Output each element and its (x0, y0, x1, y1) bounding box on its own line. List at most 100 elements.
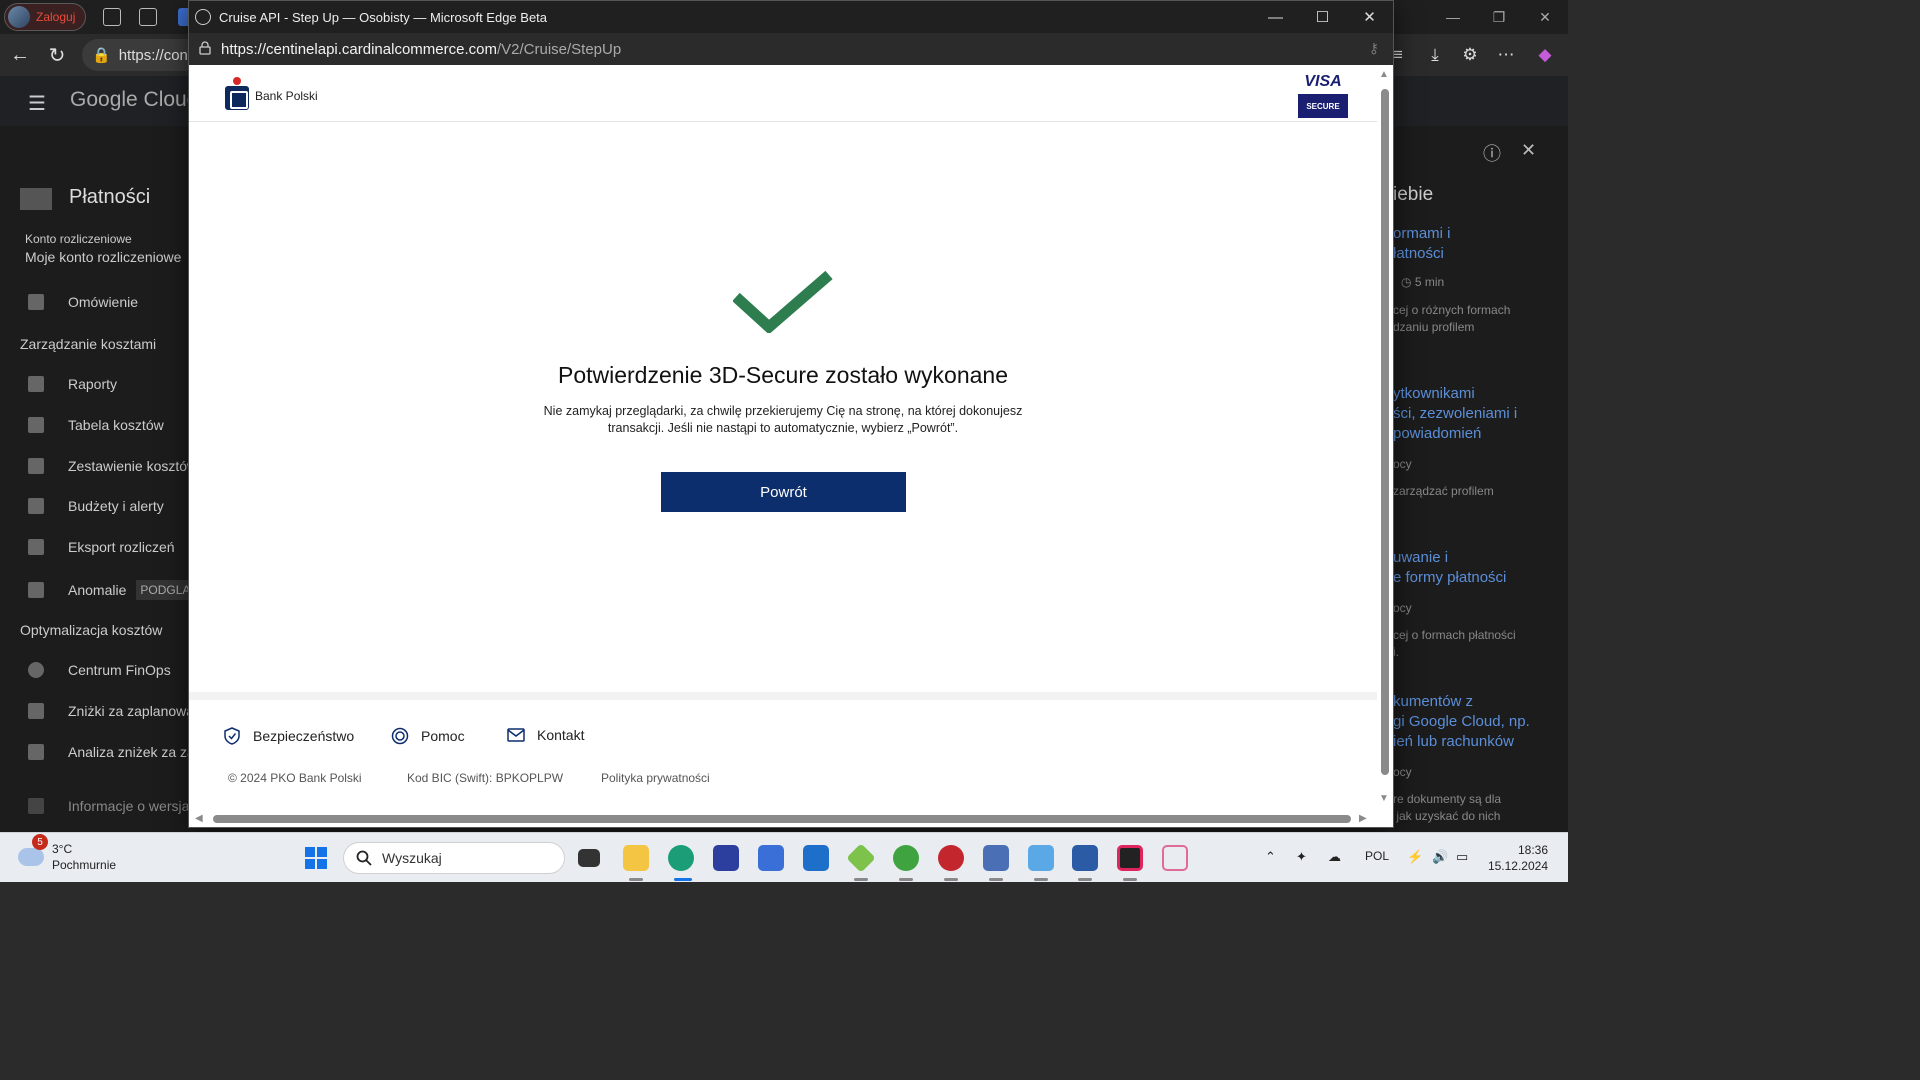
battery-icon[interactable]: ▭ (1456, 849, 1468, 865)
close-panel-icon[interactable]: ✕ (1521, 140, 1536, 166)
footer-security-link[interactable]: Bezpieczeństwo (223, 727, 354, 745)
profile-button[interactable]: Zaloguj (4, 3, 86, 31)
weather-widget[interactable]: 5 3°C Pochmurnie (18, 834, 116, 873)
active-indicator (629, 878, 643, 881)
help-meta-4: ocy (1393, 765, 1412, 779)
start-button[interactable] (305, 847, 327, 869)
sidebar-item-budgets[interactable]: Budżety i alerty (28, 498, 164, 514)
sidebar-item-finops[interactable]: Centrum FinOps (28, 662, 171, 678)
vertical-scroll-thumb[interactable] (1381, 89, 1389, 775)
billing-icon (20, 188, 52, 210)
active-indicator (944, 878, 958, 881)
downloads-icon[interactable]: ⤓ (1423, 43, 1447, 67)
popup-page: Bank Polski VISA SECURE Potwierdzenie 3D… (189, 65, 1377, 813)
page-title: Płatności (69, 186, 151, 208)
save-icon[interactable] (713, 845, 739, 871)
tab-actions-icon[interactable] (139, 8, 157, 26)
shield-icon (224, 727, 240, 745)
cloud-icon: 5 (18, 834, 48, 866)
onedrive-icon[interactable]: ☁ (1328, 849, 1341, 865)
outlook-icon[interactable] (803, 845, 829, 871)
popup-titlebar: Cruise API - Step Up — Osobisty — Micros… (189, 1, 1393, 33)
volume-icon[interactable]: 🔊 (1432, 849, 1448, 865)
popup-address-bar[interactable]: https://centinelapi.cardinalcommerce.com… (189, 33, 1393, 65)
edge-beta-icon[interactable] (668, 845, 694, 871)
clock[interactable]: 18:36 15.12.2024 (1488, 842, 1548, 874)
notes-icon (28, 798, 44, 814)
popup-window-controls: — ☐ ✕ (1252, 1, 1393, 33)
scroll-left-icon[interactable]: ◀ (195, 813, 203, 824)
close-icon[interactable]: ✕ (1346, 1, 1393, 33)
back-button[interactable]: Powrót (661, 472, 906, 512)
back-arrow-icon[interactable]: ← (8, 43, 32, 67)
more-menu-icon[interactable]: ⋯ (1494, 43, 1518, 67)
store-icon[interactable] (758, 845, 784, 871)
help-link-4[interactable]: kumentów z gi Google Cloud, np. ień lub … (1393, 692, 1530, 752)
help-text-3: cej o formach płatności i. (1393, 628, 1516, 659)
footer-privacy-link[interactable]: Polityka prywatności (601, 771, 710, 785)
sidebar-item-cost-breakdown[interactable]: Zestawienie kosztów (28, 458, 197, 474)
minimize-icon[interactable]: — (1430, 0, 1476, 34)
scroll-down-icon[interactable]: ▼ (1379, 793, 1389, 804)
maximize-icon[interactable]: ☐ (1299, 1, 1346, 33)
snipping-icon[interactable] (1162, 845, 1188, 871)
help-link-1[interactable]: ormami i łatności (1393, 224, 1451, 264)
dashboard-icon (28, 294, 44, 310)
address-bar[interactable]: 🔒 https://cons (82, 39, 202, 71)
footer-bic: Kod BIC (Swift): BPKOPLPW (407, 771, 564, 785)
file-explorer-icon[interactable] (623, 845, 649, 871)
sidebar-item-overview[interactable]: Omówienie (28, 294, 138, 310)
hamburger-menu-icon[interactable]: ☰ (28, 91, 46, 116)
popup-window: Cruise API - Step Up — Osobisty — Micros… (188, 0, 1394, 828)
restore-icon[interactable]: ❐ (1476, 0, 1522, 34)
scroll-up-icon[interactable]: ▲ (1379, 69, 1389, 80)
confirmation-description: Nie zamykaj przeglądarki, za chwilę prze… (543, 404, 1023, 435)
key-icon[interactable]: ⚷ (1369, 40, 1379, 57)
rdp-icon[interactable] (1028, 845, 1054, 871)
sidebar-item-release-notes[interactable]: Informacje o wersjach (28, 798, 204, 814)
info-icon[interactable]: ⓘ (1483, 140, 1501, 166)
workspaces-icon[interactable] (103, 8, 121, 26)
dropbox-icon[interactable]: ✦ (1296, 849, 1307, 865)
sidebar-item-export[interactable]: Eksport rozliczeń (28, 539, 175, 555)
vertical-scrollbar[interactable]: ▲ ▼ (1377, 65, 1393, 813)
sidebar-item-reports[interactable]: Raporty (28, 376, 117, 392)
language-indicator[interactable]: POL (1365, 849, 1389, 863)
help-text-2: zarządzać profilem (1393, 484, 1494, 498)
active-indicator (1034, 878, 1048, 881)
help-text-1: cej o różnych formach dzaniu profilem (1393, 303, 1511, 334)
virtualbox-icon[interactable] (1072, 845, 1098, 871)
network-app-icon[interactable] (983, 845, 1009, 871)
task-view-icon[interactable] (578, 849, 600, 867)
refresh-icon[interactable]: ↻ (45, 43, 69, 67)
account-label: Konto rozliczeniowe (25, 232, 132, 246)
footer-help-link[interactable]: Pomoc (391, 727, 465, 745)
account-name[interactable]: Moje konto rozliczeniowe (25, 249, 181, 265)
horizontal-scroll-thumb[interactable] (213, 815, 1351, 823)
sidebar-item-cost-table[interactable]: Tabela kosztów (28, 417, 164, 433)
help-link-3[interactable]: uwanie i e formy płatności (1393, 548, 1506, 588)
footer-contact-link[interactable]: Kontakt (507, 727, 584, 743)
confirmation-title: Potwierdzenie 3D-Secure zostało wykonane (557, 362, 1009, 388)
bar-chart-icon (28, 376, 44, 392)
red-app-icon[interactable] (938, 845, 964, 871)
active-indicator (674, 878, 692, 881)
sidebar-item-anomalies[interactable]: Anomalie PODGLĄD (28, 580, 204, 600)
analysis-icon (28, 744, 44, 760)
minimize-icon[interactable]: — (1252, 1, 1299, 33)
git-icon[interactable] (846, 843, 876, 873)
sidebar-item-commitments[interactable]: Zniżki za zaplanowane (28, 703, 210, 719)
network-icon[interactable]: ⚡ (1407, 849, 1423, 865)
envelope-icon (507, 728, 525, 742)
taskbar-search[interactable]: Wyszukaj (343, 842, 565, 874)
rider-icon[interactable] (1117, 845, 1143, 871)
sidebar-item-commitment-analysis[interactable]: Analiza zniżek za za (28, 744, 195, 760)
help-link-2[interactable]: ytkownikami ści, zezwoleniami i powiadom… (1393, 384, 1517, 444)
globe-app-icon[interactable] (893, 845, 919, 871)
chevron-up-icon[interactable]: ⌃ (1265, 849, 1276, 865)
close-icon[interactable]: ✕ (1522, 0, 1568, 34)
copilot-icon[interactable]: ◆ (1533, 43, 1557, 67)
scroll-right-icon[interactable]: ▶ (1359, 813, 1367, 824)
extensions-icon[interactable]: ⚙ (1458, 43, 1482, 67)
horizontal-scrollbar[interactable]: ◀ ▶ (189, 811, 1377, 827)
